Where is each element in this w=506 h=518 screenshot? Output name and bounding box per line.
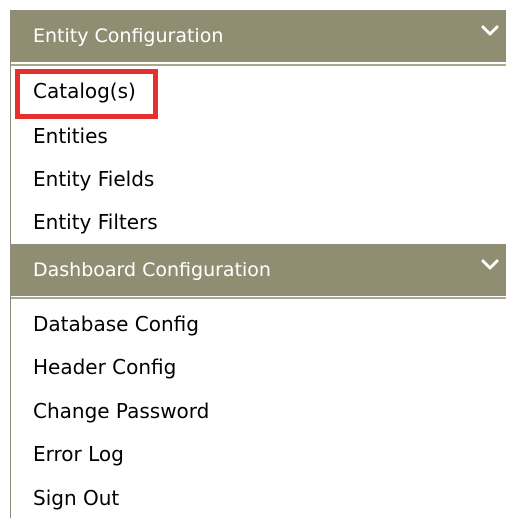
menu-item-database-config[interactable]: Database Config (33, 311, 199, 337)
dashboard-configuration-header[interactable]: Dashboard Configuration (11, 244, 506, 296)
menu-item-entity-filters[interactable]: Entity Filters (33, 209, 158, 235)
chevron-down-icon[interactable] (481, 259, 499, 271)
menu-item-header-config[interactable]: Header Config (33, 354, 176, 380)
menu-item-entities[interactable]: Entities (33, 123, 108, 149)
entity-configuration-title: Entity Configuration (33, 25, 224, 47)
menu-item-error-log[interactable]: Error Log (33, 441, 124, 467)
dashboard-configuration-title: Dashboard Configuration (33, 259, 271, 281)
highlight-box (15, 69, 158, 119)
entity-configuration-header[interactable]: Entity Configuration (11, 10, 506, 62)
chevron-down-icon[interactable] (481, 25, 499, 37)
sidebar-menu: Entity Configuration Catalog(s) Entities… (10, 10, 506, 518)
menu-item-sign-out[interactable]: Sign Out (33, 485, 119, 511)
header-divider (11, 297, 506, 299)
menu-item-change-password[interactable]: Change Password (33, 398, 209, 424)
header-divider (11, 64, 506, 66)
menu-item-entity-fields[interactable]: Entity Fields (33, 166, 154, 192)
